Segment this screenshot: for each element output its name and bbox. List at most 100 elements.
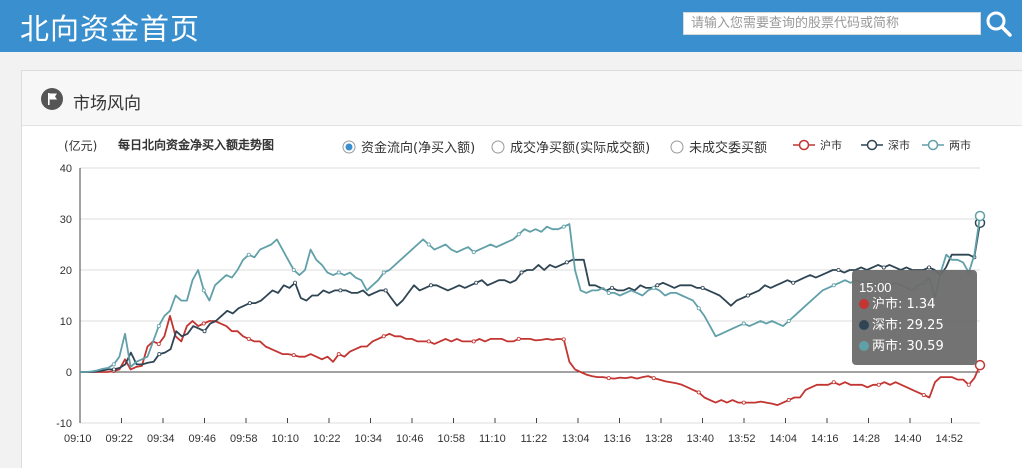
data-point <box>293 280 298 285</box>
data-point <box>247 301 252 306</box>
data-point <box>201 288 206 293</box>
data-point <box>655 283 660 288</box>
data-point <box>246 252 251 257</box>
tooltip-row: 沪市: 1.34 <box>872 296 935 312</box>
data-point <box>831 283 836 288</box>
legend: 沪市 深市 两市 <box>793 138 971 152</box>
mode-label: 资金流向(净买入额) <box>361 140 475 156</box>
y-tick-label: 20 <box>60 265 72 277</box>
data-point <box>157 352 162 357</box>
x-axis: 09:10 09:22 09:34 09:46 09:58 10:10 10:22 10:34… <box>64 418 963 445</box>
data-point <box>741 400 746 405</box>
x-tick-label: 10:46 <box>396 433 424 445</box>
mode-selector: 资金流向(净买入额) 成交净买额(实际成交额) 未成交委买额 <box>342 140 767 156</box>
data-point <box>383 288 388 293</box>
data-point <box>696 306 701 311</box>
y-tick-label: 30 <box>60 214 72 226</box>
tooltip-swatch <box>859 341 869 351</box>
x-tick-label: 14:04 <box>770 433 798 445</box>
data-point <box>696 390 701 395</box>
data-point <box>202 329 207 334</box>
y-tick-label: -10 <box>56 418 72 430</box>
data-point <box>561 337 566 342</box>
y-tick-label: 0 <box>66 367 72 379</box>
mode-label: 未成交委买额 <box>689 140 767 156</box>
x-tick-label: 10:10 <box>272 433 300 445</box>
data-point <box>291 267 296 272</box>
data-point <box>471 250 476 255</box>
data-point <box>791 280 796 285</box>
data-point <box>381 270 386 275</box>
data-point <box>516 232 521 237</box>
data-point <box>745 293 750 298</box>
data-point <box>831 380 836 385</box>
x-tick-label: 09:58 <box>230 433 258 445</box>
x-tick-label: 13:52 <box>728 433 756 445</box>
data-point <box>921 392 926 397</box>
x-tick-label: 09:10 <box>64 433 92 445</box>
data-point <box>519 270 524 275</box>
tooltip-row: 两市: 30.59 <box>872 338 944 354</box>
data-point <box>700 285 705 290</box>
series-line-sz <box>80 222 981 373</box>
mode-radio-2[interactable]: 未成交委买额 <box>670 140 767 156</box>
series-lines <box>80 210 986 406</box>
data-point <box>156 324 161 329</box>
data-point <box>610 285 615 290</box>
tooltip-time: 15:00 <box>859 280 892 295</box>
data-point <box>927 265 932 270</box>
tooltip: 15:00 沪市: 1.34 深市: 29.25 两市: 30.59 <box>852 270 977 365</box>
tooltip-row: 深市: 29.25 <box>872 317 944 333</box>
x-tick-label: 09:22 <box>106 433 134 445</box>
data-point <box>876 382 881 387</box>
legend-item-sh[interactable]: 沪市 <box>793 138 842 152</box>
data-point <box>426 339 431 344</box>
y-tick-label: 10 <box>60 316 72 328</box>
data-point <box>291 353 296 358</box>
data-point <box>786 398 791 403</box>
legend-item-both[interactable]: 两市 <box>922 138 971 152</box>
data-point <box>606 376 611 381</box>
end-point-both[interactable] <box>974 210 986 222</box>
data-point <box>741 321 746 326</box>
tooltip-swatch <box>859 299 869 309</box>
data-point <box>966 382 971 387</box>
data-point <box>651 285 656 290</box>
x-tick-label: 14:28 <box>853 433 881 445</box>
data-point <box>836 267 841 272</box>
legend-item-sz[interactable]: 深市 <box>861 138 910 152</box>
x-tick-label: 14:52 <box>936 433 964 445</box>
legend-label: 深市 <box>888 138 910 152</box>
radio-dot <box>345 143 353 151</box>
mode-radio-1[interactable]: 成交净买额(实际成交额) <box>491 140 650 156</box>
data-point <box>606 290 611 295</box>
data-point <box>338 288 343 293</box>
x-tick-label: 09:34 <box>147 433 175 445</box>
data-point <box>381 334 386 339</box>
data-point <box>474 280 479 285</box>
data-point <box>471 339 476 344</box>
x-tick-label: 13:40 <box>687 433 715 445</box>
data-point <box>564 260 569 265</box>
data-point <box>156 341 161 346</box>
data-point <box>786 318 791 323</box>
data-point <box>516 336 521 341</box>
mode-label: 成交净买额(实际成交额) <box>510 140 650 156</box>
x-tick-label: 14:40 <box>894 433 922 445</box>
x-tick-label: 13:28 <box>645 433 673 445</box>
x-tick-label: 10:58 <box>438 433 466 445</box>
data-point <box>246 336 251 341</box>
data-point <box>426 242 431 247</box>
data-point <box>651 376 656 381</box>
legend-label: 两市 <box>949 138 971 152</box>
data-point <box>881 265 886 270</box>
x-tick-label: 14:16 <box>811 433 839 445</box>
tooltip-swatch <box>859 320 869 330</box>
mode-radio-0[interactable]: 资金流向(净买入额) <box>342 140 475 156</box>
data-point <box>561 224 566 229</box>
data-point <box>336 352 341 357</box>
data-point <box>201 321 206 326</box>
y-tick-label: 40 <box>60 163 72 175</box>
legend-label: 沪市 <box>820 138 842 152</box>
series-line-both <box>80 215 981 373</box>
